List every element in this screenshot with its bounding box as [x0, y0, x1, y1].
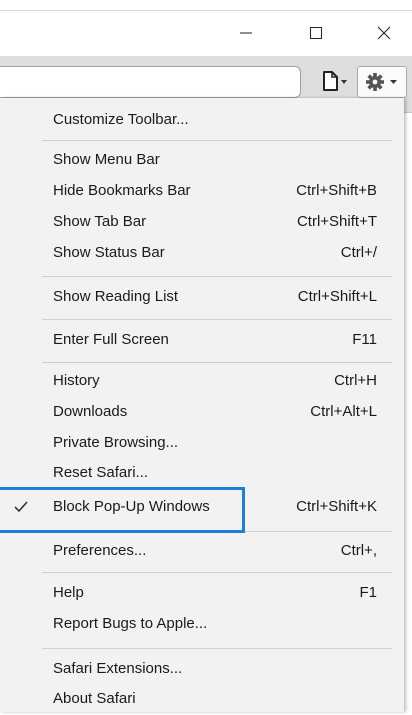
menu-item-report-bugs[interactable]: Report Bugs to Apple... [0, 609, 404, 640]
menu-item-safari-extensions[interactable]: Safari Extensions... [0, 654, 404, 685]
menu-item-reset-safari[interactable]: Reset Safari... [0, 458, 404, 489]
minimize-icon [240, 32, 252, 34]
menu-item-shortcut: Ctrl+Alt+L [310, 403, 377, 420]
menu-item-shortcut: Ctrl+Shift+L [297, 288, 377, 305]
menu-item-enter-full-screen[interactable]: Enter Full Screen F11 [0, 325, 404, 356]
address-bar[interactable] [0, 66, 301, 98]
close-icon [377, 26, 391, 40]
menu-separator [42, 362, 392, 363]
menu-item-label: Show Status Bar [53, 244, 165, 261]
menu-item-label: Show Reading List [53, 288, 179, 305]
menu-separator [42, 276, 392, 277]
menu-item-label: Downloads [53, 403, 128, 420]
menu-separator [42, 140, 392, 141]
menu-item-show-reading-list[interactable]: Show Reading List Ctrl+Shift+L [0, 282, 404, 313]
menu-item-label: Reset Safari... [53, 464, 149, 481]
menu-item-shortcut: Ctrl+/ [340, 244, 377, 261]
page-menu-button[interactable] [316, 66, 352, 96]
menu-item-private-browsing[interactable]: Private Browsing... [0, 428, 404, 459]
menu-item-shortcut: Ctrl+Shift+B [296, 182, 377, 199]
page-icon [323, 71, 347, 91]
menu-item-label: Help [53, 584, 84, 601]
settings-menu-button[interactable] [357, 66, 407, 98]
menu-item-label: Enter Full Screen [53, 331, 169, 348]
menu-item-label: Preferences... [53, 542, 147, 559]
menu-item-shortcut: Ctrl+, [340, 542, 377, 559]
menu-item-hide-bookmarks-bar[interactable]: Hide Bookmarks Bar Ctrl+Shift+B [0, 176, 404, 207]
menu-item-help[interactable]: Help F1 [0, 578, 404, 609]
menu-item-about-safari[interactable]: About Safari [0, 684, 404, 715]
minimize-button[interactable] [226, 18, 266, 48]
menu-item-customize-toolbar[interactable]: Customize Toolbar... [0, 105, 404, 136]
menu-item-label: Report Bugs to Apple... [53, 615, 208, 632]
menu-item-label: Show Menu Bar [53, 151, 160, 168]
window-top-border [0, 10, 412, 11]
menu-item-downloads[interactable]: Downloads Ctrl+Alt+L [0, 397, 404, 428]
menu-separator [42, 319, 392, 320]
menu-item-label: Private Browsing... [53, 434, 179, 451]
menu-item-label: Show Tab Bar [53, 213, 147, 230]
menu-item-show-status-bar[interactable]: Show Status Bar Ctrl+/ [0, 238, 404, 269]
maximize-icon [310, 27, 322, 39]
menu-item-label: Safari Extensions... [53, 660, 183, 677]
menu-item-shortcut: F11 [352, 331, 377, 348]
close-button[interactable] [364, 18, 404, 48]
menu-item-show-tab-bar[interactable]: Show Tab Bar Ctrl+Shift+T [0, 207, 404, 238]
menu-separator [42, 572, 392, 573]
highlight-box [0, 487, 245, 533]
menu-item-shortcut: Ctrl+Shift+T [296, 213, 377, 230]
menu-item-label: About Safari [53, 690, 136, 707]
menu-item-shortcut: Ctrl+Shift+K [296, 498, 377, 515]
menu-item-label: Hide Bookmarks Bar [53, 182, 191, 199]
menu-item-label: History [53, 372, 100, 389]
maximize-button[interactable] [296, 18, 336, 48]
menu-item-show-menu-bar[interactable]: Show Menu Bar [0, 145, 404, 176]
settings-dropdown-menu: Customize Toolbar... Show Menu Bar Hide … [0, 98, 404, 712]
gear-icon [366, 73, 397, 91]
menu-item-preferences[interactable]: Preferences... Ctrl+, [0, 536, 404, 567]
menu-item-shortcut: F1 [359, 584, 377, 601]
menu-item-history[interactable]: History Ctrl+H [0, 366, 404, 397]
menu-item-label: Customize Toolbar... [53, 111, 189, 128]
menu-separator [42, 648, 392, 649]
menu-item-shortcut: Ctrl+H [334, 372, 377, 389]
